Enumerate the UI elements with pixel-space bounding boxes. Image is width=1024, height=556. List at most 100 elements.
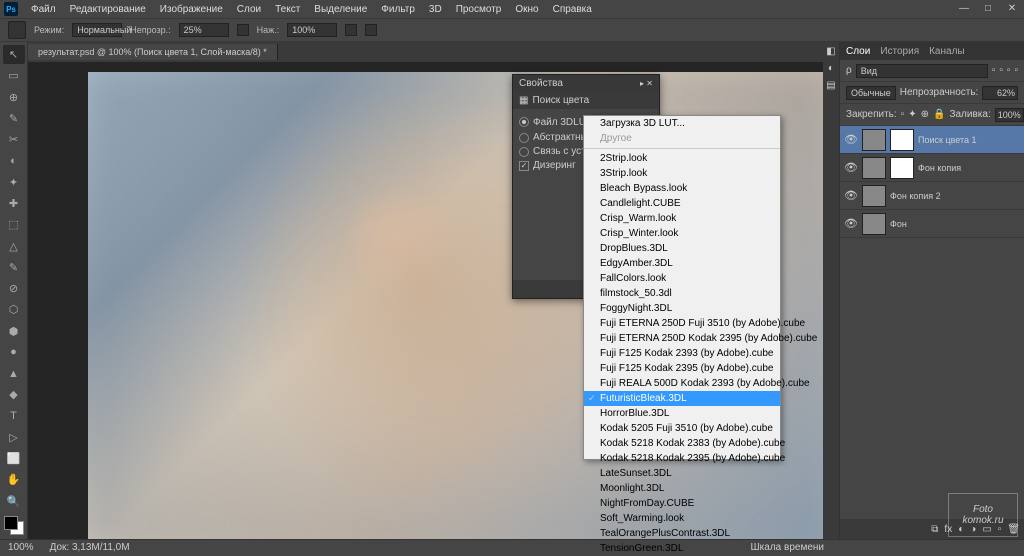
tool-0[interactable]: ↖ xyxy=(3,45,25,64)
visibility-icon[interactable]: 👁 xyxy=(844,161,858,174)
collapsed-panel-icon[interactable]: ◐ xyxy=(828,63,834,74)
lut-option[interactable]: Soft_Warming.look xyxy=(584,511,780,526)
lut-option[interactable]: DropBlues.3DL xyxy=(584,241,780,256)
lut-option[interactable]: FoggyNight.3DL xyxy=(584,301,780,316)
lut-option[interactable]: Crisp_Warm.look xyxy=(584,211,780,226)
tool-1[interactable]: ▭ xyxy=(3,66,25,85)
lock-icon[interactable]: ✦ xyxy=(908,109,916,120)
menu-изображение[interactable]: Изображение xyxy=(153,2,230,17)
menu-фильтр[interactable]: Фильтр xyxy=(374,2,422,17)
fill-input[interactable]: 100% xyxy=(995,108,1024,122)
tool-5[interactable]: ◐ xyxy=(3,151,25,170)
airbrush-toggle[interactable] xyxy=(345,24,357,36)
tool-11[interactable]: ⊘ xyxy=(3,279,25,298)
layer-item[interactable]: 👁Фон копия 2 xyxy=(840,182,1024,210)
lock-icon[interactable]: 🔒 xyxy=(933,109,945,120)
lut-option[interactable]: Candlelight.CUBE xyxy=(584,196,780,211)
lut-option[interactable]: filmstock_50.3dl xyxy=(584,286,780,301)
layer-opacity-input[interactable]: 62% xyxy=(982,86,1018,100)
layer-item[interactable]: 👁Фон xyxy=(840,210,1024,238)
menu-просмотр[interactable]: Просмотр xyxy=(449,2,509,17)
visibility-icon[interactable]: 👁 xyxy=(844,217,858,230)
collapsed-panel-icon[interactable]: ▤ xyxy=(826,80,835,91)
menu-окно[interactable]: Окно xyxy=(508,2,545,17)
panel-close-icon[interactable]: ▸ ✕ xyxy=(640,79,653,88)
menu-3d[interactable]: 3D xyxy=(422,2,449,17)
document-tab[interactable]: результат.psd @ 100% (Поиск цвета 1, Сло… xyxy=(28,44,278,60)
tool-17[interactable]: T xyxy=(3,407,25,426)
tool-2[interactable]: ⊕ xyxy=(3,88,25,107)
filter-icon[interactable]: ▫ xyxy=(1007,65,1011,76)
pressure-size-toggle[interactable] xyxy=(365,24,377,36)
visibility-icon[interactable]: 👁 xyxy=(844,133,858,146)
radio-3dlut[interactable] xyxy=(519,117,529,127)
dither-checkbox[interactable]: ✓ xyxy=(519,161,529,171)
link-layers-icon[interactable]: ⧉ xyxy=(931,524,938,535)
lut-option[interactable]: 2Strip.look xyxy=(584,151,780,166)
tool-9[interactable]: △ xyxy=(3,236,25,255)
lock-icon[interactable]: ▫ xyxy=(901,109,905,120)
menu-редактирование[interactable]: Редактирование xyxy=(63,2,153,17)
tool-13[interactable]: ⬢ xyxy=(3,321,25,340)
flow-input[interactable]: 100% xyxy=(287,23,337,37)
lut-option[interactable]: TensionGreen.3DL xyxy=(584,541,780,556)
lut-option[interactable]: ✓FuturisticBleak.3DL xyxy=(584,391,780,406)
tool-3[interactable]: ✎ xyxy=(3,109,25,128)
lut-option[interactable]: TealOrangePlusContrast.3DL xyxy=(584,526,780,541)
menu-файл[interactable]: Файл xyxy=(24,2,63,17)
layer-item[interactable]: 👁Поиск цвета 1 xyxy=(840,126,1024,154)
tool-18[interactable]: ▷ xyxy=(3,428,25,447)
close-button[interactable]: ✕ xyxy=(1000,0,1024,16)
history-tab[interactable]: История xyxy=(880,46,919,57)
tool-19[interactable]: ⬜ xyxy=(3,449,25,468)
lut-option[interactable]: Fuji F125 Kodak 2395 (by Adobe).cube xyxy=(584,361,780,376)
pressure-opacity-toggle[interactable] xyxy=(237,24,249,36)
tool-6[interactable]: ✦ xyxy=(3,173,25,192)
tool-4[interactable]: ✂ xyxy=(3,130,25,149)
color-swatches[interactable] xyxy=(4,516,24,535)
tool-16[interactable]: ◆ xyxy=(3,385,25,404)
minimize-button[interactable]: — xyxy=(952,0,976,16)
blend-mode-select[interactable]: Обычные xyxy=(846,86,896,100)
menu-текст[interactable]: Текст xyxy=(268,2,307,17)
mode-select[interactable]: Нормальный xyxy=(72,23,122,37)
lut-option[interactable]: Moonlight.3DL xyxy=(584,481,780,496)
tool-8[interactable]: ⬚ xyxy=(3,215,25,234)
lut-option[interactable]: Kodak 5218 Kodak 2383 (by Adobe).cube xyxy=(584,436,780,451)
layers-tab[interactable]: Слои xyxy=(846,46,870,57)
tool-7[interactable]: ✚ xyxy=(3,194,25,213)
menu-справка[interactable]: Справка xyxy=(546,2,599,17)
lut-option[interactable]: Kodak 5205 Fuji 3510 (by Adobe).cube xyxy=(584,421,780,436)
tool-10[interactable]: ✎ xyxy=(3,258,25,277)
lut-option[interactable]: EdgyAmber.3DL xyxy=(584,256,780,271)
lut-option[interactable]: Fuji ETERNA 250D Fuji 3510 (by Adobe).cu… xyxy=(584,316,780,331)
lut-option[interactable]: Bleach Bypass.look xyxy=(584,181,780,196)
filter-icon[interactable]: ▫ xyxy=(1014,65,1018,76)
doc-size[interactable]: Док: 3,13M/11,0M xyxy=(50,542,130,553)
tool-12[interactable]: ⬡ xyxy=(3,300,25,319)
filter-icon[interactable]: ▫ xyxy=(992,65,996,76)
visibility-icon[interactable]: 👁 xyxy=(844,189,858,202)
lut-option[interactable]: Загрузка 3D LUT... xyxy=(584,116,780,131)
radio-abstract[interactable] xyxy=(519,133,529,143)
channels-tab[interactable]: Каналы xyxy=(929,46,965,57)
collapsed-panel-icon[interactable]: ◧ xyxy=(826,46,835,57)
lut-option[interactable]: 3Strip.look xyxy=(584,166,780,181)
lut-option[interactable]: Kodak 5218 Kodak 2395 (by Adobe).cube xyxy=(584,451,780,466)
menu-слои[interactable]: Слои xyxy=(230,2,268,17)
tool-preset-icon[interactable] xyxy=(8,21,26,39)
lut-option[interactable]: Fuji F125 Kodak 2393 (by Adobe).cube xyxy=(584,346,780,361)
collapsed-panels[interactable]: ◧ ◐ ▤ xyxy=(823,42,839,539)
zoom-level[interactable]: 100% xyxy=(8,542,34,553)
filter-icon[interactable]: ▫ xyxy=(999,65,1003,76)
lut-option[interactable]: FallColors.look xyxy=(584,271,780,286)
tool-21[interactable]: 🔍 xyxy=(3,492,25,511)
tool-15[interactable]: ▲ xyxy=(3,364,25,383)
lut-option[interactable]: NightFromDay.CUBE xyxy=(584,496,780,511)
lut-option[interactable]: Fuji REALA 500D Kodak 2393 (by Adobe).cu… xyxy=(584,376,780,391)
layer-filter-select[interactable]: Вид xyxy=(856,64,988,78)
radio-device[interactable] xyxy=(519,147,529,157)
lut-option[interactable]: Crisp_Winter.look xyxy=(584,226,780,241)
lut-option[interactable]: LateSunset.3DL xyxy=(584,466,780,481)
layer-item[interactable]: 👁Фон копия xyxy=(840,154,1024,182)
